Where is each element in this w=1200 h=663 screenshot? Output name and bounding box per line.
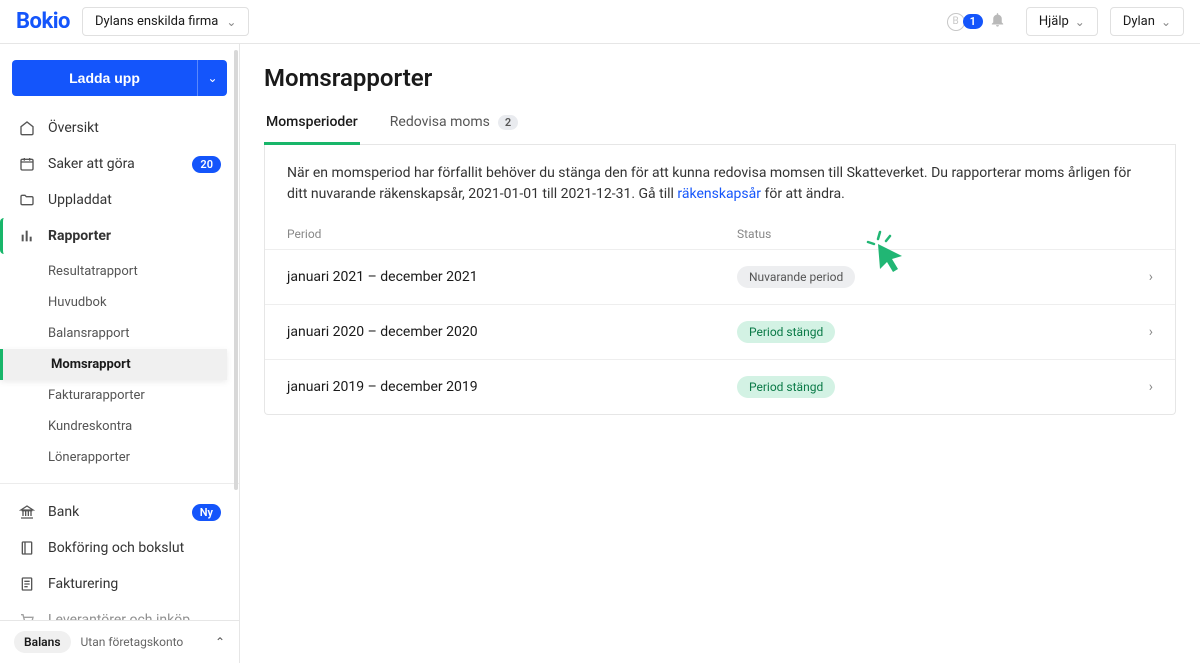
tab-report[interactable]: Redovisa moms 2: [388, 106, 520, 145]
status-badge: Nuvarande period: [737, 266, 855, 288]
main-content: Momsrapporter Momsperioder Redovisa moms…: [240, 44, 1200, 663]
period-label: januari 2020 – december 2020: [287, 324, 737, 340]
period-label: januari 2019 – december 2019: [287, 379, 737, 395]
period-row[interactable]: januari 2020 – december 2020 Period stän…: [265, 305, 1175, 360]
reports-submenu: Resultatrapport Huvudbok Balansrapport M…: [12, 256, 227, 473]
plan-description: Utan företagskonto: [81, 635, 184, 649]
sidebar-item-label: Bokföring och bokslut: [48, 540, 184, 556]
chevron-down-icon: ⌄: [226, 15, 236, 29]
sub-item-invoices[interactable]: Fakturarapporter: [42, 380, 227, 411]
chevron-down-icon: ⌄: [207, 71, 217, 85]
help-button[interactable]: Hjälp ⌄: [1026, 7, 1098, 36]
sub-item-ledger[interactable]: Huvudbok: [42, 287, 227, 318]
chevron-right-icon: ›: [1149, 324, 1153, 340]
new-badge: Ny: [192, 504, 221, 521]
fiscal-year-link[interactable]: räkenskapsår: [677, 186, 761, 202]
sidebar-item-todo[interactable]: Saker att göra 20: [12, 146, 227, 182]
tab-label: Momsperioder: [266, 114, 358, 130]
sidebar-item-label: Uppladdat: [48, 192, 112, 208]
home-icon: [18, 119, 36, 137]
sidebar-item-label: Bank: [48, 504, 79, 520]
sidebar-item-label: Rapporter: [48, 228, 111, 244]
info-text: När en momsperiod har förfallit behöver …: [265, 145, 1175, 219]
brand-logo[interactable]: Bokio: [16, 9, 70, 34]
sub-item-result[interactable]: Resultatrapport: [42, 256, 227, 287]
tab-periods[interactable]: Momsperioder: [264, 106, 360, 145]
sub-item-payroll[interactable]: Lönerapporter: [42, 442, 227, 473]
sidebar-item-bookkeeping[interactable]: Bokföring och bokslut: [12, 530, 227, 566]
period-row[interactable]: januari 2019 – december 2019 Period stän…: [265, 360, 1175, 414]
company-name: Dylans enskilda firma: [95, 14, 218, 29]
upload-more-button[interactable]: ⌄: [197, 60, 227, 96]
periods-panel: När en momsperiod har förfallit behöver …: [264, 145, 1176, 415]
col-period-header: Period: [287, 227, 737, 241]
user-menu[interactable]: Dylan ⌄: [1110, 7, 1184, 36]
tabs: Momsperioder Redovisa moms 2: [264, 106, 1176, 145]
chevron-down-icon: ⌄: [1161, 15, 1171, 29]
bank-icon: [18, 503, 36, 521]
user-name: Dylan: [1123, 14, 1155, 29]
sidebar: Ladda upp ⌄ Översikt Saker att göra 20: [0, 44, 240, 663]
tab-label: Redovisa moms: [390, 114, 490, 130]
status-badge: Period stängd: [737, 321, 835, 343]
notification-count: 1: [963, 14, 983, 29]
book-icon: [18, 539, 36, 557]
table-header: Period Status: [265, 219, 1175, 250]
chevron-right-icon: ›: [1149, 269, 1153, 285]
bell-icon: [989, 11, 1006, 33]
sidebar-item-label: Översikt: [48, 120, 99, 136]
sidebar-item-uploaded[interactable]: Uppladdat: [12, 182, 227, 218]
tab-count-badge: 2: [498, 115, 518, 130]
sidebar-item-bank[interactable]: Bank Ny: [12, 494, 227, 530]
chart-icon: [18, 227, 36, 245]
coin-icon: B: [947, 13, 965, 31]
chevron-right-icon: ›: [1149, 379, 1153, 395]
invoice-icon: [18, 575, 36, 593]
sidebar-item-overview[interactable]: Översikt: [12, 110, 227, 146]
folder-icon: [18, 191, 36, 209]
chevron-down-icon: ⌄: [1075, 15, 1085, 29]
todo-count-badge: 20: [192, 156, 221, 173]
sidebar-item-reports[interactable]: Rapporter: [0, 218, 227, 254]
notification-group[interactable]: B 1: [947, 11, 1006, 33]
page-title: Momsrapporter: [264, 64, 1176, 92]
sidebar-item-label: Fakturering: [48, 576, 118, 592]
sub-item-vat[interactable]: Momsrapport: [0, 349, 227, 380]
company-selector[interactable]: Dylans enskilda firma ⌄: [82, 7, 250, 36]
sub-item-receivables[interactable]: Kundreskontra: [42, 411, 227, 442]
info-suffix: för att ändra.: [761, 186, 845, 202]
upload-button[interactable]: Ladda upp: [12, 60, 197, 96]
sidebar-scrollbar[interactable]: [233, 44, 239, 620]
help-label: Hjälp: [1039, 14, 1069, 29]
sidebar-item-label: Saker att göra: [48, 156, 135, 172]
sidebar-item-suppliers[interactable]: Leverantörer och inköp: [12, 602, 227, 620]
sidebar-item-invoicing[interactable]: Fakturering: [12, 566, 227, 602]
col-status-header: Status: [737, 227, 1123, 241]
sub-item-balance[interactable]: Balansrapport: [42, 318, 227, 349]
period-label: januari 2021 – december 2021: [287, 269, 737, 285]
plan-badge: Balans: [14, 631, 71, 653]
topbar: Bokio Dylans enskilda firma ⌄ B 1 Hjälp …: [0, 0, 1200, 44]
chevron-up-icon: ⌃: [215, 635, 225, 649]
sidebar-item-label: Leverantörer och inköp: [48, 612, 190, 620]
sidebar-footer[interactable]: Balans Utan företagskonto ⌃: [0, 620, 239, 663]
status-badge: Period stängd: [737, 376, 835, 398]
cart-icon: [18, 611, 36, 620]
calendar-icon: [18, 155, 36, 173]
period-row[interactable]: januari 2021 – december 2021 Nuvarande p…: [265, 250, 1175, 305]
